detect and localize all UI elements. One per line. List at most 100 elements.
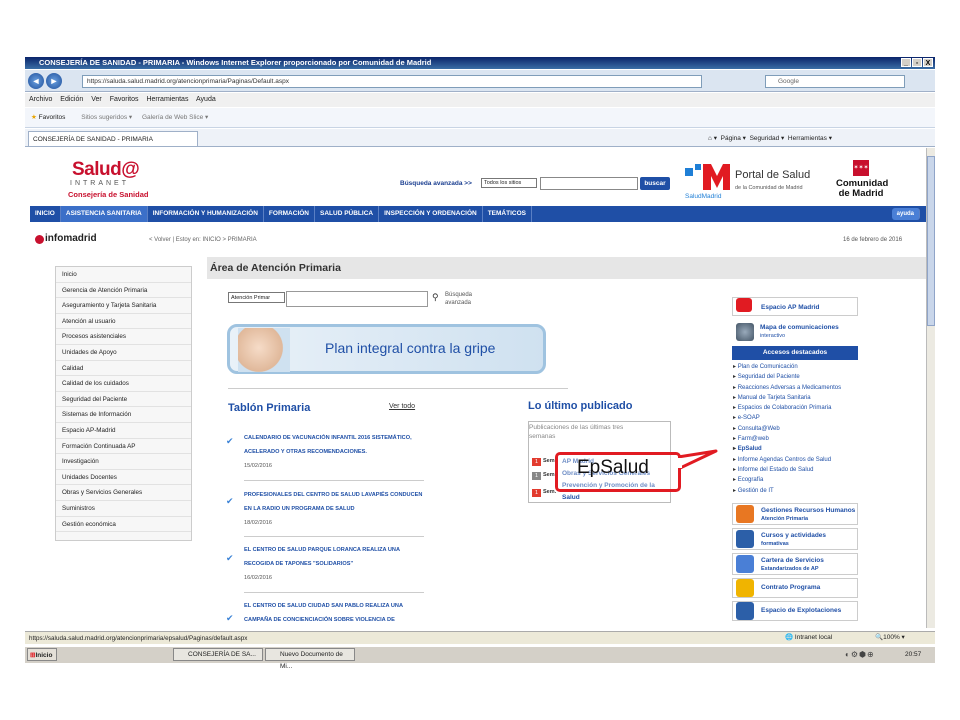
sidebar-item[interactable]: Unidades de Apoyo <box>56 345 191 361</box>
sidebar-item[interactable]: Seguridad del Paciente <box>56 392 191 408</box>
news-title[interactable]: EL CENTRO DE SALUD PARQUE LORANCA REALIZ… <box>244 543 424 571</box>
card-sub: Estandarizados de AP <box>761 566 819 572</box>
quick-link[interactable]: Seguridad del Paciente <box>733 372 893 382</box>
sidebar-item[interactable]: Aseguramiento y Tarjeta Sanitaria <box>56 298 191 314</box>
portal-de-salud-link[interactable]: Portal de Salud de la Comunidad de Madri… <box>735 170 810 194</box>
nav-tematicos[interactable]: TEMÁTICOS <box>483 206 532 222</box>
sidebar-item[interactable]: Espacio AP-Madrid <box>56 423 191 439</box>
vertical-scrollbar[interactable] <box>926 148 935 628</box>
menu-edicion[interactable]: Edición <box>60 96 83 103</box>
menu-herramientas[interactable]: Herramientas <box>146 96 188 103</box>
comunidad-madrid-logo[interactable]: ✶✶✶ Comunidad de Madrid <box>836 160 888 202</box>
main-advanced-search-link[interactable]: Búsqueda avanzada <box>445 291 490 307</box>
zoom-control[interactable]: 🔍100% ▾ <box>875 631 905 644</box>
back-icon[interactable]: ◄ <box>28 73 44 89</box>
sidebar-item[interactable]: Formación Continuada AP <box>56 439 191 455</box>
sidebar-item[interactable]: Gerencia de Atención Primaria <box>56 283 191 299</box>
news-title[interactable]: EL CENTRO DE SALUD CIUDAD SAN PABLO REAL… <box>244 599 424 627</box>
sidebar-item[interactable]: Calidad <box>56 361 191 377</box>
taskbar <box>25 646 935 663</box>
taskbar-doc-window[interactable]: Nuevo Documento de Mi... <box>265 648 355 670</box>
sidebar-item[interactable]: Inicio <box>56 267 191 283</box>
browser-search-input[interactable]: Google <box>765 75 905 88</box>
nav-informacion[interactable]: INFORMACIÓN Y HUMANIZACIÓN <box>148 206 264 222</box>
card-title: Cartera de Servicios <box>761 557 824 564</box>
quick-link[interactable]: Plan de Comunicación <box>733 362 893 372</box>
search-icon[interactable]: ⚲ <box>432 292 439 303</box>
forward-icon[interactable]: ► <box>46 73 62 89</box>
quick-link[interactable]: Informe del Estado de Salud <box>733 465 893 475</box>
breadcrumb-path[interactable]: Estoy en: INICIO > PRIMARIA <box>176 237 257 243</box>
main-search-input[interactable] <box>286 291 428 307</box>
tools-menu[interactable]: Herramientas ▾ <box>788 135 832 142</box>
news-item[interactable]: PROFESIONALES DEL CENTRO DE SALUD LAVAPI… <box>244 488 424 530</box>
quick-link[interactable]: EpSalud <box>733 444 893 454</box>
sidebar-item[interactable]: Investigación <box>56 454 191 470</box>
nav-inicio[interactable]: INICIO <box>30 206 61 222</box>
menu-ayuda[interactable]: Ayuda <box>196 96 216 103</box>
favorites-bar: ★ Favoritos Sitios sugeridos ▾ Galería d… <box>25 108 935 128</box>
status-url: https://saluda.salud.madrid.org/atencion… <box>29 635 248 642</box>
minimize-button[interactable]: _ <box>901 58 911 67</box>
sidebar-item[interactable]: Obras y Servicios Generales <box>56 485 191 501</box>
globe-icon: 🌐 <box>785 634 794 641</box>
close-button[interactable]: X <box>923 58 933 67</box>
sidebar-item[interactable]: Calidad de los cuidados <box>56 376 191 392</box>
news-title[interactable]: CALENDARIO DE VACUNACIÓN INFANTIL 2016 S… <box>244 431 424 459</box>
home-icon[interactable]: ⌂ ▾ <box>708 135 717 142</box>
address-input[interactable]: https://saluda.salud.madrid.org/atencion… <box>82 75 702 88</box>
salud-logo[interactable]: Salud@ <box>72 159 140 181</box>
web-slice-link[interactable]: Galería de Web Slice ▾ <box>142 114 208 121</box>
portal-title: Portal de Salud <box>735 169 811 181</box>
maximize-button[interactable]: ▫ <box>912 58 922 67</box>
sidebar-item[interactable]: Unidades Docentes <box>56 470 191 486</box>
back-link[interactable]: < Volver <box>149 237 171 243</box>
map-icon <box>736 323 754 341</box>
header-search-input[interactable] <box>540 177 638 190</box>
scope-select[interactable]: Atención Primar <box>228 292 285 303</box>
menu-archivo[interactable]: Archivo <box>29 96 52 103</box>
salud-madrid-logo[interactable]: SaludMadrid <box>683 162 731 200</box>
taskbar-ie-window[interactable]: CONSEJERÍA DE SA... <box>173 648 263 661</box>
menu-ver[interactable]: Ver <box>91 96 102 103</box>
quick-link[interactable]: Consulta@Web <box>733 424 893 434</box>
card-title: Gestiones Recursos Humanos <box>761 507 856 514</box>
advanced-search-link[interactable]: Búsqueda avanzada >> <box>400 180 472 187</box>
nav-inspeccion[interactable]: INSPECCIÓN Y ORDENACIÓN <box>379 206 483 222</box>
news-item[interactable]: EL CENTRO DE SALUD CIUDAD SAN PABLO REAL… <box>244 599 424 629</box>
sidebar-item[interactable]: Gestión económica <box>56 517 191 533</box>
favorites-button[interactable]: Favoritos <box>39 114 66 121</box>
browser-tab[interactable]: CONSEJERÍA DE SANIDAD - PRIMARIA <box>28 131 198 146</box>
search-button[interactable]: buscar <box>640 177 670 190</box>
quick-link[interactable]: Espacios de Colaboración Primaria <box>733 403 893 413</box>
nav-formacion[interactable]: FORMACIÓN <box>264 206 316 222</box>
sidebar-item[interactable]: Atención al usuario <box>56 314 191 330</box>
news-title[interactable]: PROFESIONALES DEL CENTRO DE SALUD LAVAPI… <box>244 488 424 516</box>
help-button[interactable]: ayuda <box>891 208 920 220</box>
quick-link[interactable]: Ecografía <box>733 475 893 485</box>
nav-salud-publica[interactable]: SALUD PÚBLICA <box>315 206 380 222</box>
news-item[interactable]: EL CENTRO DE SALUD PARQUE LORANCA REALIZ… <box>244 543 424 585</box>
left-sidebar: Inicio Gerencia de Atención Primaria Ase… <box>55 266 192 541</box>
start-button[interactable]: ⊞Inicio <box>27 648 57 661</box>
quick-link[interactable]: e-SOAP <box>733 413 893 423</box>
sidebar-item[interactable]: Suministros <box>56 501 191 517</box>
news-item[interactable]: CALENDARIO DE VACUNACIÓN INFANTIL 2016 S… <box>244 431 424 473</box>
security-menu[interactable]: Seguridad ▾ <box>750 135 785 142</box>
quick-link[interactable]: Manual de Tarjeta Sanitaria <box>733 393 893 403</box>
infomadrid-logo[interactable]: infomadrid <box>45 233 97 244</box>
quick-link[interactable]: Reacciones Adversas a Medicamentos <box>733 383 893 393</box>
page-menu[interactable]: Página ▾ <box>721 135 746 142</box>
sites-select[interactable]: Todos los sitios <box>481 178 537 188</box>
quick-link[interactable]: Gestión de IT <box>733 486 893 496</box>
sidebar-item[interactable]: Procesos asistenciales <box>56 329 191 345</box>
suggested-sites-link[interactable]: Sitios sugeridos ▾ <box>81 114 132 121</box>
quick-link[interactable]: Informe Agendas Centros de Salud <box>733 455 893 465</box>
sidebar-item[interactable]: Sistemas de Información <box>56 407 191 423</box>
callout-pointer-icon <box>678 449 718 471</box>
ver-todo-link[interactable]: Ver todo <box>389 403 415 410</box>
nav-asistencia[interactable]: ASISTENCIA SANITARIA <box>60 206 148 222</box>
scroll-thumb[interactable] <box>927 156 935 326</box>
quick-link[interactable]: Farm@web <box>733 434 893 444</box>
menu-favoritos[interactable]: Favoritos <box>110 96 139 103</box>
